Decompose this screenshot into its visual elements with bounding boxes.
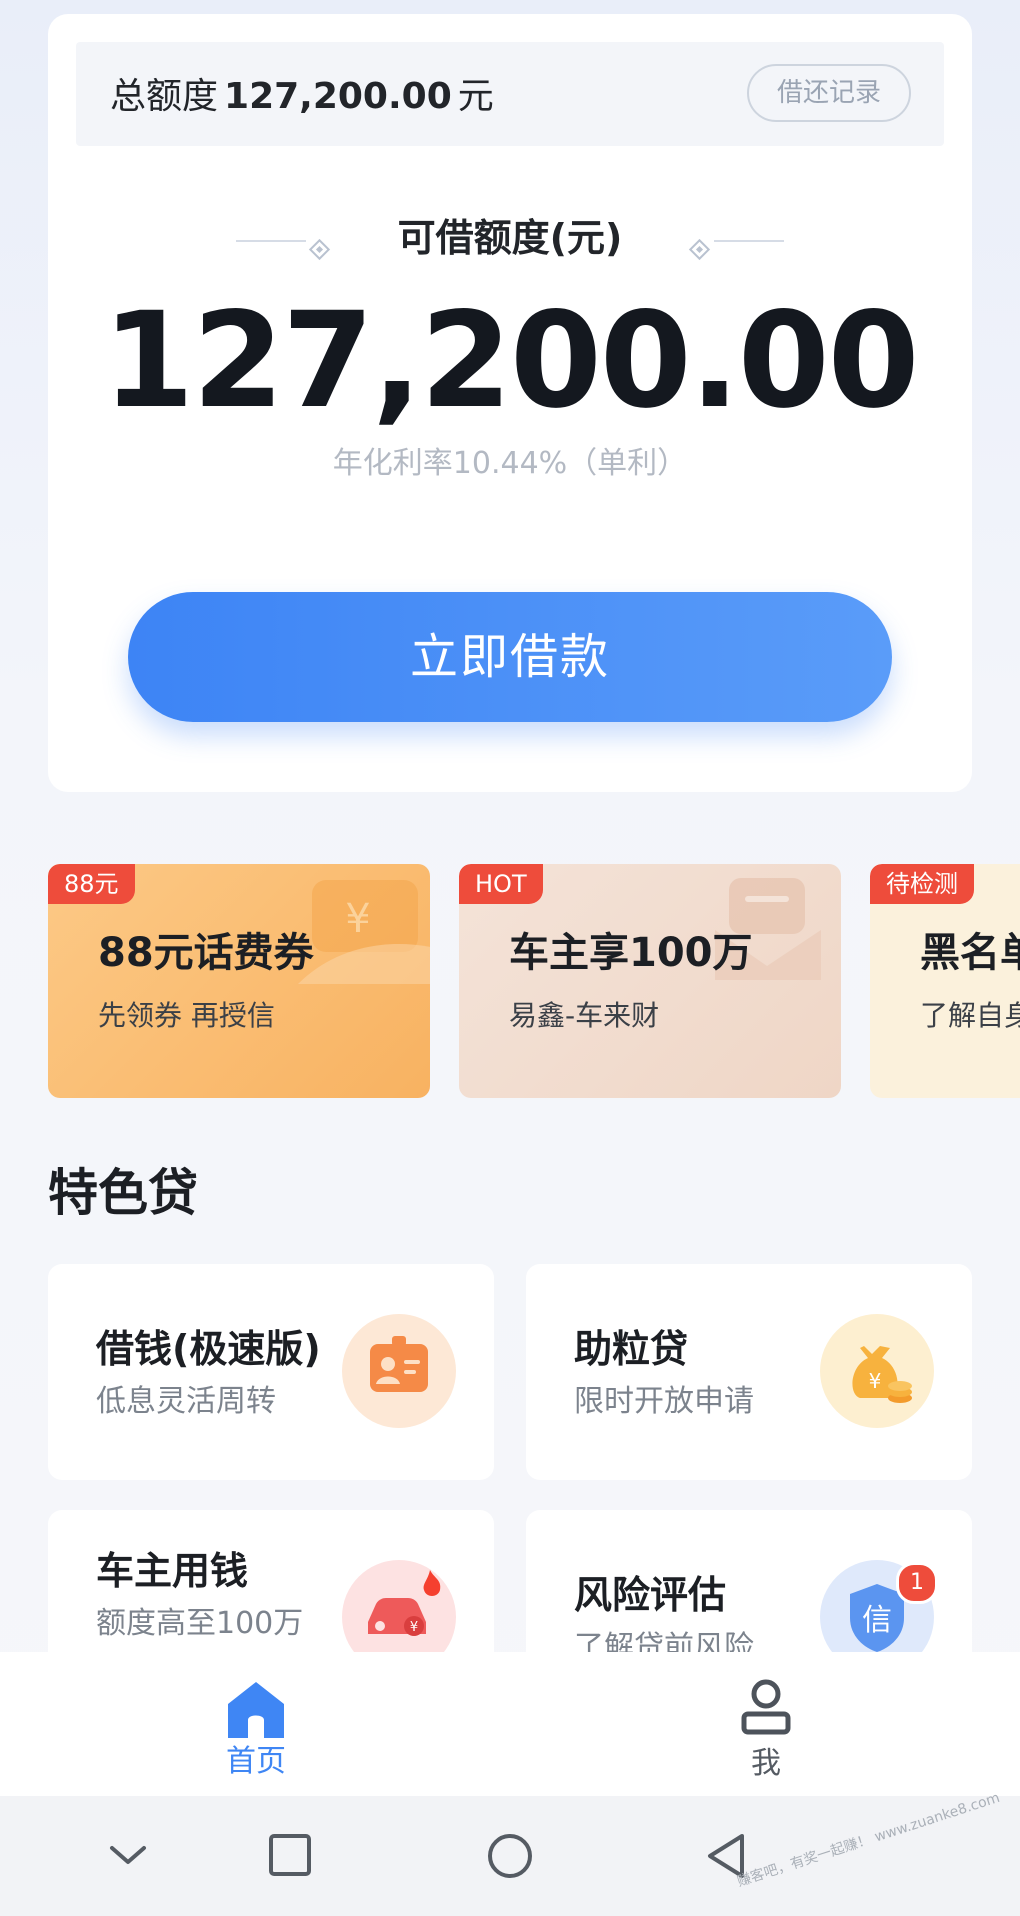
promo-tag: 88元 (48, 864, 135, 904)
tab-me[interactable]: 我 (706, 1666, 826, 1786)
promo-title: 车主享100万 (509, 930, 753, 976)
total-limit-unit: 元 (457, 76, 494, 117)
chevron-down-icon[interactable] (108, 1840, 148, 1870)
feature-title: 借钱(极速版) (96, 1327, 321, 1371)
available-limit-label: 可借额度(元) (397, 216, 623, 260)
notification-badge: 1 (896, 1562, 938, 1604)
promo-card-blacklist[interactable]: 待检测 黑名单 了解自身 (870, 864, 1020, 1098)
svg-text:¥: ¥ (345, 896, 370, 942)
feature-subtitle: 限时开放申请 (574, 1384, 754, 1419)
svg-text:¥: ¥ (869, 1369, 882, 1393)
total-limit-amount: 127,200.00 (224, 76, 452, 117)
home-circle-icon[interactable] (486, 1832, 534, 1880)
feature-card-car-owner-loan[interactable]: 车主用钱 额度高至100万 ¥ (48, 1510, 494, 1670)
id-card-icon (342, 1314, 456, 1428)
feature-card-quick-loan[interactable]: 借钱(极速版) 低息灵活周转 (48, 1264, 494, 1480)
total-limit-label: 总额度 (110, 76, 219, 117)
promo-card-phone-voucher[interactable]: ¥ 88元 88元话费券 先领券 再授信 (48, 864, 430, 1098)
feature-card-zhulidai[interactable]: 助粒贷 限时开放申请 ¥ (526, 1264, 972, 1480)
bottom-tab-bar (0, 1652, 1020, 1796)
feature-subtitle: 额度高至100万 (96, 1606, 304, 1641)
coupon-yen-icon: ¥ (298, 880, 430, 984)
borrow-repay-record-button[interactable]: 借还记录 (747, 64, 911, 122)
feature-title: 风险评估 (574, 1573, 727, 1617)
tab-label: 首页 (226, 1744, 286, 1779)
promo-title: 88元话费券 (98, 930, 314, 976)
tab-label: 我 (751, 1746, 781, 1781)
feature-subtitle: 低息灵活周转 (96, 1384, 276, 1419)
svg-text:¥: ¥ (410, 1620, 418, 1635)
promo-subtitle: 了解自身 (920, 999, 1020, 1032)
promo-title: 黑名单 (920, 930, 1020, 976)
interest-rate-text: 年化利率10.44%（单利） (332, 446, 688, 481)
available-limit-amount: 127,200.00 (102, 284, 919, 438)
user-icon (741, 1679, 791, 1735)
promo-subtitle: 易鑫-车来财 (509, 999, 660, 1032)
promo-tag: 待检测 (870, 864, 974, 904)
promo-subtitle: 先领券 再授信 (98, 999, 275, 1032)
section-title-featured-loans: 特色贷 (48, 1164, 198, 1222)
feature-title: 助粒贷 (574, 1327, 689, 1371)
tab-home[interactable]: 首页 (196, 1666, 316, 1786)
svg-text:信: 信 (862, 1603, 892, 1638)
money-bag-icon: ¥ (820, 1314, 934, 1428)
borrow-now-button[interactable]: 立即借款 (128, 592, 892, 722)
promo-card-car-owner[interactable]: HOT 车主享100万 易鑫-车来财 (459, 864, 841, 1098)
home-icon (228, 1682, 284, 1738)
promo-tag: HOT (459, 864, 543, 904)
total-limit: 总额度 127,200.00 元 (110, 72, 494, 122)
feature-title: 车主用钱 (96, 1549, 249, 1593)
recents-square-icon[interactable] (268, 1833, 312, 1877)
